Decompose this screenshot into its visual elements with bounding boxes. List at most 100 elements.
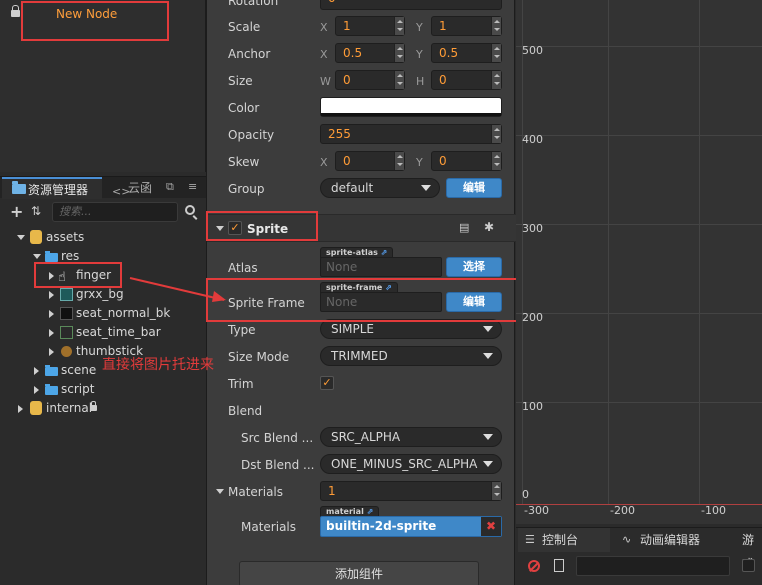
materials-count-value: 1 (328, 484, 336, 498)
scene-view[interactable]: 500 400 300 200 100 0 -300 -200 -100 (516, 0, 762, 524)
collapse-arrow-icon[interactable] (49, 310, 54, 318)
plus-icon[interactable]: + (10, 202, 23, 221)
skew-x-value: 0 (343, 154, 351, 168)
link-icon[interactable]: ⇗ (367, 507, 374, 516)
spinner-icon[interactable] (394, 71, 404, 89)
anchor-x-value: 0.5 (343, 46, 363, 60)
scale-y-input[interactable]: 1 (431, 16, 502, 36)
tree-item-script[interactable]: script (0, 380, 206, 399)
search-input[interactable]: 搜索... (52, 202, 178, 222)
anchor-y-label: Y (416, 48, 423, 61)
grid-line (699, 0, 700, 505)
spinner-icon[interactable] (491, 125, 501, 143)
tab-assets[interactable]: 资源管理器 (2, 177, 102, 199)
expand-arrow-icon[interactable] (17, 235, 25, 240)
color-label: Color (228, 101, 260, 115)
materials-count-input[interactable]: 1 (320, 481, 502, 501)
spinner-icon[interactable] (491, 152, 501, 170)
tab-cloud[interactable]: <> 云函 (108, 177, 152, 199)
spinner-icon[interactable] (491, 44, 501, 62)
console-checkbox[interactable] (742, 559, 755, 572)
tab-console[interactable]: ☰ 控制台 (518, 528, 610, 552)
spinner-icon[interactable] (394, 44, 404, 62)
opacity-value: 255 (328, 127, 351, 141)
size-h-input[interactable]: 0 (431, 70, 502, 90)
tree-item-seat-normal-bk[interactable]: seat_normal_bk (0, 304, 206, 323)
rotation-label: Rotation (228, 0, 279, 8)
y-tick-label: 200 (522, 311, 543, 324)
group-edit-button[interactable]: 编辑 (446, 178, 502, 198)
expand-arrow-icon[interactable] (33, 254, 41, 259)
anchor-y-input[interactable]: 0.5 (431, 43, 502, 63)
trim-checkbox[interactable]: ✓ (320, 376, 334, 390)
lock-icon[interactable] (11, 5, 20, 17)
clear-console-icon[interactable] (528, 560, 540, 572)
anchor-x-input[interactable]: 0.5 (335, 43, 405, 63)
spinner-icon[interactable] (394, 17, 404, 35)
tab-animation-editor[interactable]: ∿ 动画编辑器 (620, 528, 700, 552)
collapse-arrow-icon[interactable] (34, 386, 39, 394)
collapse-arrow-icon[interactable] (49, 291, 54, 299)
document-icon[interactable] (554, 559, 564, 572)
lock-icon (90, 401, 97, 411)
chevron-down-icon (483, 461, 493, 467)
gear-icon[interactable]: ✱ (484, 220, 494, 234)
spinner-icon[interactable] (491, 17, 501, 35)
link-icon[interactable]: ⇗ (381, 248, 388, 257)
database-icon (30, 230, 42, 244)
tree-label: seat_time_bar (76, 325, 161, 339)
src-blend-select[interactable]: SRC_ALPHA (320, 427, 502, 447)
atlas-select-button[interactable]: 选择 (446, 257, 502, 277)
rotation-value: 0 (328, 0, 336, 5)
spinner-icon[interactable] (394, 152, 404, 170)
size-mode-select[interactable]: TRIMMED (320, 346, 502, 366)
scale-x-label: X (320, 21, 328, 34)
search-icon[interactable] (185, 205, 195, 215)
material-field[interactable]: builtin-2d-sprite ✖ (320, 516, 502, 537)
add-component-button[interactable]: 添加组件 (239, 561, 479, 585)
x-tick-label: -300 (524, 504, 549, 517)
size-w-input[interactable]: 0 (335, 70, 405, 90)
book-icon[interactable]: ▤ (459, 221, 469, 234)
tree-item-internal[interactable]: internal (0, 399, 206, 418)
y-tick-label: 0 (522, 488, 529, 501)
skew-y-input[interactable]: 0 (431, 151, 502, 171)
dst-blend-label: Dst Blend ... (241, 458, 315, 472)
scale-x-input[interactable]: 1 (335, 16, 405, 36)
console-filter-input[interactable] (576, 556, 730, 576)
opacity-input[interactable]: 255 (320, 124, 502, 144)
anchor-label: Anchor (228, 47, 271, 61)
maximize-icon[interactable]: ⧉ (166, 180, 174, 194)
spinner-icon[interactable] (491, 482, 501, 500)
group-select[interactable]: default (320, 178, 440, 198)
collapse-arrow-icon[interactable] (34, 367, 39, 375)
dst-blend-select[interactable]: ONE_MINUS_SRC_ALPHA (320, 454, 502, 474)
grid-line (516, 46, 762, 47)
size-w-label: W (320, 75, 331, 88)
blend-label: Blend (228, 404, 263, 418)
src-blend-value: SRC_ALPHA (331, 430, 401, 444)
type-label: Type (228, 323, 256, 337)
collapse-arrow-icon[interactable] (49, 329, 54, 337)
type-select[interactable]: SIMPLE (320, 319, 502, 339)
grid-line (516, 313, 762, 314)
menu-icon[interactable]: ≡ (188, 180, 197, 193)
atlas-field[interactable]: None (320, 257, 442, 277)
highlight-box-sprite (206, 211, 318, 241)
size-h-label: H (416, 75, 425, 88)
color-swatch[interactable] (320, 97, 502, 117)
tab-game[interactable]: 游戏 (734, 528, 762, 571)
skew-x-input[interactable]: 0 (335, 151, 405, 171)
tree-item-assets[interactable]: assets (0, 228, 206, 247)
rotation-field[interactable]: 0 (320, 0, 502, 10)
atlas-tag-label: sprite-atlas (326, 248, 378, 257)
collapse-arrow-icon[interactable] (49, 348, 54, 356)
collapse-arrow-icon[interactable] (18, 405, 23, 413)
clear-icon[interactable]: ✖ (481, 517, 501, 536)
sort-icon[interactable]: ⇅ (31, 204, 41, 218)
expand-arrow-icon[interactable] (216, 489, 224, 494)
spinner-icon[interactable] (491, 71, 501, 89)
grid-line (516, 135, 762, 136)
texture-icon (60, 326, 73, 339)
tree-item-seat-time-bar[interactable]: seat_time_bar (0, 323, 206, 342)
